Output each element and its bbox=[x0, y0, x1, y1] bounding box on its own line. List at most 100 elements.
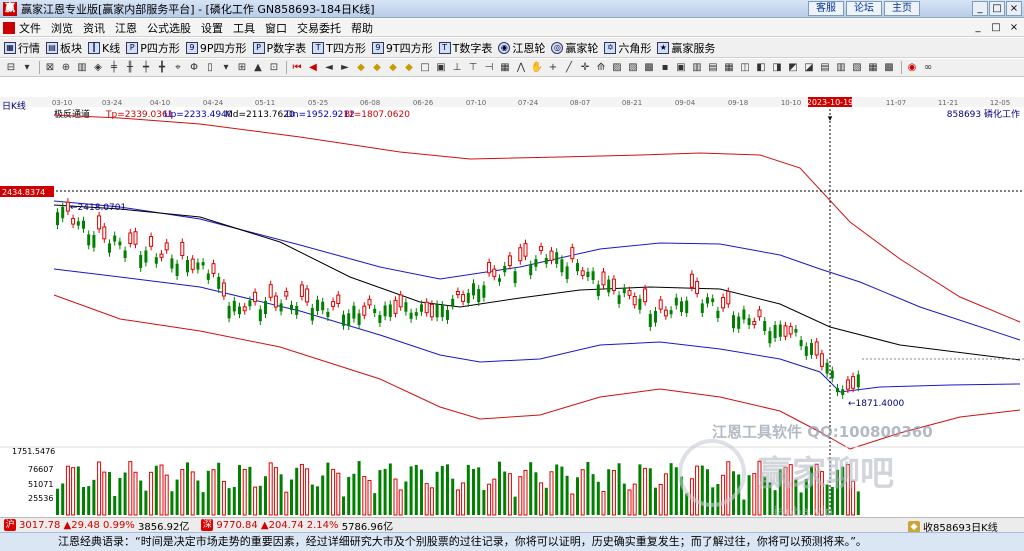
candle-body-down bbox=[622, 288, 626, 294]
diamond-3-icon[interactable]: ◆ bbox=[386, 61, 400, 75]
draw-tool-11-icon[interactable]: ▯ bbox=[203, 61, 217, 75]
period-icon[interactable]: ⊟ bbox=[4, 61, 18, 75]
toolbar-service[interactable]: ★ 赢家服务 bbox=[657, 40, 715, 56]
menu-trade[interactable]: 交易委托 bbox=[297, 20, 341, 36]
draw-tool-13-icon[interactable]: ⊞ bbox=[235, 61, 249, 75]
toolbar-9p-square[interactable]: 9 9P四方形 bbox=[185, 40, 247, 56]
mdi-restore-icon[interactable]: □ bbox=[988, 20, 1004, 35]
close-icon[interactable]: × bbox=[1006, 1, 1022, 16]
draw-tool-8-icon[interactable]: ╋ bbox=[155, 61, 169, 75]
toolbar-kline[interactable]: ┃ K线 bbox=[88, 40, 120, 56]
volume-bar-up bbox=[429, 487, 434, 516]
toolbar-t-square[interactable]: T T四方形 bbox=[312, 40, 366, 56]
crosshair-icon[interactable]: ✛ bbox=[578, 61, 592, 75]
image-3-icon[interactable]: ▩ bbox=[642, 61, 656, 75]
image-10-icon[interactable]: ◧ bbox=[754, 61, 768, 75]
axis-2-icon[interactable]: ⊤ bbox=[466, 61, 480, 75]
toolbar-market[interactable]: ▦ 行情 bbox=[4, 40, 40, 56]
image-2-icon[interactable]: ▧ bbox=[626, 61, 640, 75]
menu-gann[interactable]: 江恩 bbox=[115, 20, 137, 36]
image-1-icon[interactable]: ▨ bbox=[610, 61, 624, 75]
forward-icon[interactable]: ► bbox=[338, 61, 352, 75]
toolbar-hexagon[interactable]: ✡ 六角形 bbox=[604, 40, 651, 56]
toolbar-winner-wheel[interactable]: ◎ 赢家轮 bbox=[551, 40, 598, 56]
toolbar-block[interactable]: ▤ 板块 bbox=[46, 40, 82, 56]
menu-help[interactable]: 帮助 bbox=[351, 20, 373, 36]
link-forum[interactable]: 论坛 bbox=[846, 1, 882, 16]
image-14-icon[interactable]: ▤ bbox=[818, 61, 832, 75]
maximize-icon[interactable]: □ bbox=[989, 1, 1005, 16]
fan-icon[interactable]: ⋀ bbox=[514, 61, 528, 75]
draw-tool-10-icon[interactable]: Φ bbox=[187, 61, 201, 75]
menu-settings[interactable]: 设置 bbox=[201, 20, 223, 36]
draw-tool-1-icon[interactable]: ⊠ bbox=[43, 61, 57, 75]
mdi-close-icon[interactable]: × bbox=[1006, 20, 1022, 35]
image-15-icon[interactable]: ▥ bbox=[834, 61, 848, 75]
menu-tools[interactable]: 工具 bbox=[233, 20, 255, 36]
first-icon[interactable]: ⏮ bbox=[290, 61, 304, 75]
diamond-1-icon[interactable]: ◆ bbox=[354, 61, 368, 75]
image-17-icon[interactable]: ▦ bbox=[866, 61, 880, 75]
draw-tool-14-icon[interactable]: ▲ bbox=[251, 61, 265, 75]
draw-tool-6-icon[interactable]: ╫ bbox=[123, 61, 137, 75]
mdi-minimize-icon[interactable]: _ bbox=[970, 20, 986, 35]
image-16-icon[interactable]: ▧ bbox=[850, 61, 864, 75]
draw-tool-12-icon[interactable]: ▾ bbox=[219, 61, 233, 75]
candle-body-up bbox=[721, 297, 726, 309]
candle-body-up bbox=[788, 326, 793, 335]
menu-file[interactable]: 文件 bbox=[19, 20, 41, 36]
line-icon[interactable]: ╱ bbox=[562, 61, 576, 75]
menu-bar: 文件 浏览 资讯 江恩 公式选股 设置 工具 窗口 交易委托 帮助 _ □ × bbox=[0, 19, 1024, 37]
infinity-icon[interactable]: ∞ bbox=[921, 61, 935, 75]
draw-tool-4-icon[interactable]: ◈ bbox=[91, 61, 105, 75]
minimize-icon[interactable]: _ bbox=[972, 1, 988, 16]
image-18-icon[interactable]: ▩ bbox=[882, 61, 896, 75]
draw-tool-7-icon[interactable]: ┿ bbox=[139, 61, 153, 75]
link-support[interactable]: 客服 bbox=[808, 1, 844, 16]
toolbar-p-square[interactable]: P P四方形 bbox=[126, 40, 180, 56]
kline-chart[interactable]: 03-10 03-24 04-10 04-24 05-11 05-25 06-08 06-26… bbox=[0, 97, 1024, 517]
draw-tool-15-icon[interactable]: ⊡ bbox=[267, 61, 281, 75]
image-11-icon[interactable]: ◨ bbox=[770, 61, 784, 75]
draw-tool-5-icon[interactable]: ╪ bbox=[107, 61, 121, 75]
candle-body-down bbox=[373, 308, 377, 314]
draw-tool-2-icon[interactable]: ⊕ bbox=[59, 61, 73, 75]
dropdown-icon[interactable]: ▾ bbox=[20, 61, 34, 75]
menu-formula[interactable]: 公式选股 bbox=[147, 20, 191, 36]
image-13-icon[interactable]: ◪ bbox=[802, 61, 816, 75]
volume-bar-up bbox=[663, 473, 668, 516]
diamond-2-icon[interactable]: ◆ bbox=[370, 61, 384, 75]
toolbar-9t-square[interactable]: 9 9T四方形 bbox=[371, 40, 433, 56]
low-mark-label: ←1871.4000 bbox=[848, 399, 904, 409]
axis-3-icon[interactable]: ⊣ bbox=[482, 61, 496, 75]
link-home[interactable]: 主页 bbox=[884, 1, 920, 16]
menu-window[interactable]: 窗口 bbox=[265, 20, 287, 36]
toolbar-t-table[interactable]: T T数字表 bbox=[438, 40, 492, 56]
grid-tool-icon[interactable]: ▦ bbox=[498, 61, 512, 75]
prev-icon[interactable]: ◀ bbox=[306, 61, 320, 75]
image-7-icon[interactable]: ▤ bbox=[706, 61, 720, 75]
image-8-icon[interactable]: ▦ bbox=[722, 61, 736, 75]
back-icon[interactable]: ◄ bbox=[322, 61, 336, 75]
diamond-4-icon[interactable]: ◆ bbox=[402, 61, 416, 75]
menu-browse[interactable]: 浏览 bbox=[51, 20, 73, 36]
image-12-icon[interactable]: ◩ bbox=[786, 61, 800, 75]
color-icon[interactable]: ◉ bbox=[905, 61, 919, 75]
candle-body-down bbox=[238, 306, 241, 315]
menu-info[interactable]: 资讯 bbox=[83, 20, 105, 36]
draw-tool-9-icon[interactable]: ⌖ bbox=[171, 61, 185, 75]
toolbar-p-table[interactable]: P P数字表 bbox=[252, 40, 306, 56]
cross-icon[interactable]: + bbox=[546, 61, 560, 75]
square-1-icon[interactable]: □ bbox=[418, 61, 432, 75]
draw-tool-3-icon[interactable]: ▥ bbox=[75, 61, 89, 75]
axis-1-icon[interactable]: ⊥ bbox=[450, 61, 464, 75]
image-5-icon[interactable]: ▣ bbox=[674, 61, 688, 75]
image-6-icon[interactable]: ▥ bbox=[690, 61, 704, 75]
gann-fan-icon[interactable]: ⟰ bbox=[594, 61, 608, 75]
hand-icon[interactable]: ✋ bbox=[530, 61, 544, 75]
image-9-icon[interactable]: ◫ bbox=[738, 61, 752, 75]
volume-bar-down bbox=[373, 493, 377, 515]
square-2-icon[interactable]: ▣ bbox=[434, 61, 448, 75]
toolbar-gann-wheel[interactable]: ◉ 江恩轮 bbox=[498, 40, 545, 56]
image-4-icon[interactable]: ▪ bbox=[658, 61, 672, 75]
